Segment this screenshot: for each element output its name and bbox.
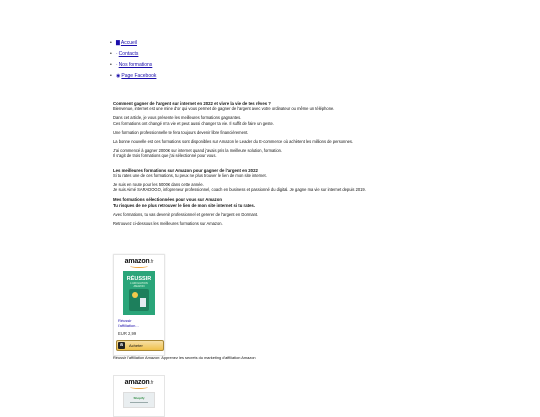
- nav-link-formations[interactable]: Nos formations: [119, 62, 153, 68]
- facebook-icon: ◉: [116, 73, 121, 79]
- nav-item-facebook[interactable]: ◉Page Facebook: [110, 73, 156, 84]
- cover-decoration: [130, 402, 148, 403]
- nav-link-contacts[interactable]: Contacts: [119, 51, 139, 57]
- product-card[interactable]: amazon.fr Shopify: [113, 375, 165, 417]
- nav-item-contacts[interactable]: ·Contacts: [110, 51, 156, 62]
- nav-link-accueil[interactable]: Accueil: [121, 40, 137, 46]
- main-nav: ▇Accueil ·Contacts ·Nos formations ◉Page…: [110, 40, 156, 84]
- book-icon: ·: [116, 62, 118, 68]
- product-caption: Réussir l'affiliation Amazon: Apprenez l…: [113, 355, 256, 360]
- contact-icon: ·: [116, 51, 118, 57]
- book-cover-image[interactable]: Shopify: [123, 392, 155, 408]
- product-card[interactable]: amazon.fr RÉUSSIR L'AFFILIATION AMAZON R…: [113, 254, 165, 356]
- section3-paragraph: Retrouvez ci-dessous les meilleures form…: [113, 221, 223, 227]
- product-price: EUR 2,99: [118, 331, 137, 336]
- buy-button[interactable]: a Acheter: [116, 340, 164, 351]
- nav-item-accueil[interactable]: ▇Accueil: [110, 40, 156, 51]
- article-content: Comment gagner de l'argent sur internet …: [113, 101, 433, 226]
- book-cover-image[interactable]: RÉUSSIR L'AFFILIATION AMAZON: [123, 271, 155, 315]
- cover-illustration: [129, 289, 149, 311]
- amazon-logo: amazon.fr: [124, 258, 154, 265]
- home-icon: ▇: [116, 40, 120, 46]
- amazon-a-icon: a: [118, 342, 125, 349]
- amazon-logo: amazon.fr: [124, 379, 154, 386]
- buy-button-label: Acheter: [129, 343, 143, 348]
- nav-link-facebook[interactable]: Page Facebook: [121, 73, 156, 79]
- cover-title: Shopify: [133, 396, 145, 400]
- cover-subtitle: L'AFFILIATION AMAZON: [130, 282, 148, 288]
- product-title-link[interactable]: Réussir l'affiliation...: [118, 318, 164, 328]
- nav-item-formations[interactable]: ·Nos formations: [110, 62, 156, 73]
